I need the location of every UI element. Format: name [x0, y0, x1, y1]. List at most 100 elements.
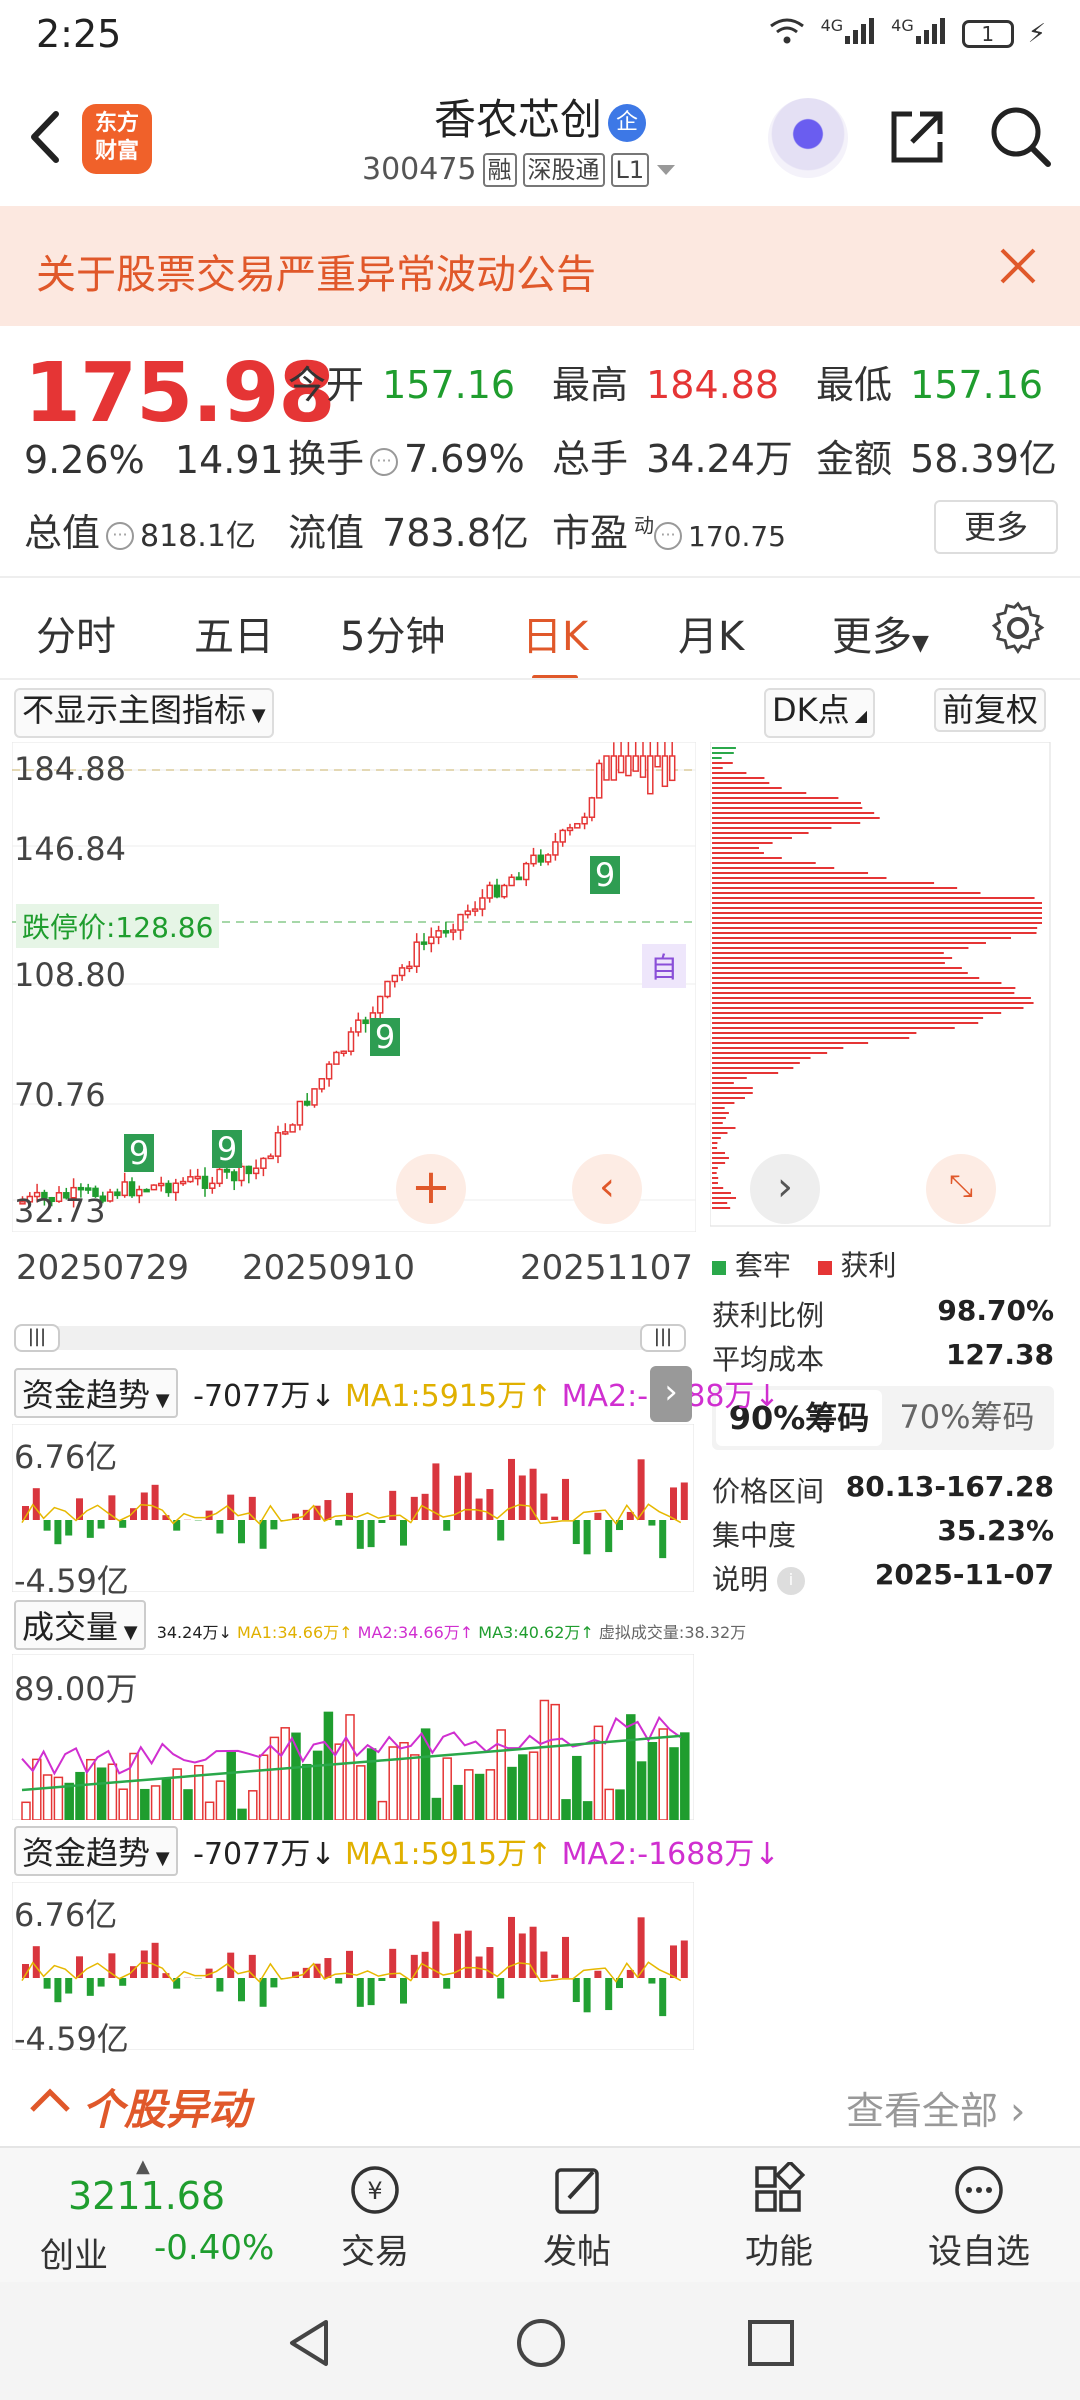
amount-row: 金额 58.39亿	[816, 437, 1057, 481]
chip-next-button[interactable]: ›	[750, 1154, 820, 1224]
dk-point-select[interactable]: DK点 ◢	[764, 688, 876, 738]
tab-5min[interactable]: 5分钟	[340, 604, 445, 662]
scroll-left-button[interactable]: ‹	[572, 1154, 642, 1224]
fund1-ymax: 6.76亿	[14, 1438, 118, 1476]
high-row: 最高 184.88	[552, 363, 780, 407]
dk-marker: 9	[590, 856, 620, 894]
notice-text[interactable]: 关于股票交易严重异常波动公告	[36, 242, 596, 300]
enterprise-badge: 企	[608, 103, 646, 142]
tag-level: L1	[610, 152, 650, 187]
tag-connect: 深股通	[522, 152, 605, 187]
expand-panel-icon[interactable]: ›	[650, 1366, 692, 1422]
stock-code-row[interactable]: 300475 融 深股通 L1	[362, 152, 677, 187]
x-label-mid: 20250910	[242, 1248, 416, 1288]
range-handle-right[interactable]: |||	[640, 1324, 686, 1352]
tab-chip-70[interactable]: 70%筹码	[884, 1386, 1050, 1448]
system-home-icon[interactable]	[514, 2316, 568, 2370]
fund2-ymax: 6.76亿	[14, 1896, 118, 1934]
charging-icon: ⚡	[1027, 19, 1046, 49]
y-label-2: 146.84	[14, 830, 126, 868]
tab-intraday[interactable]: 分时	[36, 604, 116, 662]
volume-ymax: 89.00万	[14, 1670, 138, 1708]
signal-icon-1: 4G	[821, 16, 878, 52]
status-icons: 4G 4G 1 ⚡	[767, 16, 1046, 52]
battery-icon: 1	[961, 20, 1014, 48]
x-label-start: 20250729	[16, 1248, 190, 1288]
stock-header: 东方 财富 香农芯创企 300475 融 深股通 L1	[0, 72, 1080, 204]
tab-more[interactable]: 更多▼	[832, 604, 929, 662]
y-label-high: 184.88	[14, 750, 126, 788]
more-quote-button[interactable]: 更多	[934, 500, 1058, 554]
dk-marker: 9	[370, 1018, 400, 1056]
share-icon[interactable]	[882, 102, 952, 172]
range-handle-left[interactable]: |||	[14, 1324, 60, 1352]
view-all-link[interactable]: 查看全部 ›	[846, 2080, 1025, 2135]
fund-trend-header-2: 资金趋势 ▼ -7077万↓ MA1:5915万↑ MA2:-1688万↓	[14, 1826, 780, 1876]
edit-icon	[555, 2168, 599, 2214]
info-dot-icon: ···	[654, 521, 683, 550]
turnover-row: 换手 ··· 7.69%	[288, 437, 525, 481]
system-back-icon[interactable]	[282, 2316, 336, 2370]
concentration-row: 集中度 35.23%	[712, 1514, 1054, 1552]
price-change-row: 9.26% 14.91	[24, 438, 290, 482]
main-indicator-select[interactable]: 不显示主图指标 ▼	[14, 688, 274, 738]
x-label-end: 20251107	[520, 1248, 694, 1288]
fund2-ymin: -4.59亿	[14, 2020, 129, 2058]
nav-functions[interactable]: 功能	[704, 2162, 854, 2273]
index-change[interactable]: -0.40%	[154, 2228, 274, 2268]
tab-daily-k[interactable]: 日K	[522, 604, 588, 680]
range-slider[interactable]	[14, 1326, 686, 1350]
adjust-price-select[interactable]: 前复权	[934, 688, 1047, 732]
limit-down-label: 跌停价:128.86	[16, 904, 220, 948]
system-recents-icon[interactable]	[744, 2316, 798, 2370]
market-cap-row: 总值 ··· 818.1亿	[24, 511, 256, 555]
dk-marker: 9	[212, 1130, 242, 1168]
fund-trend-select-2[interactable]: 资金趋势 ▼	[14, 1826, 178, 1876]
open-row: 今开 157.16	[288, 363, 516, 407]
close-icon[interactable]	[996, 244, 1040, 288]
price-range-row: 价格区间 80.13-167.28	[712, 1470, 1054, 1508]
nav-post[interactable]: 发帖	[502, 2162, 652, 2273]
info-icon: i	[776, 1567, 805, 1595]
tab-monthly-k[interactable]: 月K	[678, 604, 744, 662]
svg-text:¥: ¥	[367, 2177, 382, 2205]
volume-header: 成交量 ▼ 34.24万↓ MA1:34.66万↑ MA2:34.66万↑ MA…	[14, 1600, 746, 1650]
tab-five-day[interactable]: 五日	[194, 604, 274, 662]
movers-title: 个股异动	[82, 2085, 251, 2134]
volume-select[interactable]: 成交量 ▼	[14, 1600, 146, 1650]
status-bar: 2:25 4G 4G 1 ⚡	[0, 0, 1080, 72]
status-time: 2:25	[36, 12, 122, 56]
index-name[interactable]: 创业	[40, 2228, 108, 2277]
pe-row: 市盈动 ··· 170.75	[552, 511, 786, 555]
fund-trend-select-1[interactable]: 资金趋势 ▼	[14, 1368, 178, 1418]
settings-gear-icon[interactable]	[990, 600, 1046, 656]
ai-assistant-icon[interactable]	[768, 98, 848, 178]
auto-tag[interactable]: 自	[642, 944, 687, 988]
stock-code: 300475	[362, 152, 477, 187]
wifi-icon	[767, 16, 807, 52]
dropdown-triangle-icon	[657, 164, 676, 175]
quote-panel: 175.98 9.26% 14.91 总值 ··· 818.1亿 今开 157.16…	[0, 326, 1080, 576]
profit-ratio-row: 获利比例 98.70%	[712, 1294, 1054, 1332]
bottom-navigation: ▲ 3211.68 创业 -0.40% ¥ 交易 发帖 功能 设自选	[0, 2146, 1080, 2282]
volume-row: 总手 34.24万	[552, 437, 793, 481]
nav-add-watchlist[interactable]: 设自选	[904, 2162, 1054, 2273]
info-dot-icon: ···	[106, 521, 135, 550]
stock-movers-section[interactable]: 个股异动 查看全部 ›	[0, 2070, 1080, 2134]
system-navigation-bar	[0, 2282, 1080, 2400]
expand-icon[interactable]: ⤡	[926, 1154, 996, 1224]
search-icon[interactable]	[986, 102, 1056, 172]
fund1-ymin: -4.59亿	[14, 1562, 129, 1600]
info-dot-icon: ···	[370, 447, 399, 476]
y-label-low: 32.73	[14, 1192, 106, 1230]
change-amount: 14.91	[174, 438, 284, 482]
change-percent: 9.26%	[24, 438, 145, 482]
y-label-4: 70.76	[14, 1076, 106, 1114]
nav-trade[interactable]: ¥ 交易	[300, 2162, 450, 2273]
chip-distribution-chart[interactable]	[710, 742, 1052, 1228]
index-value[interactable]: 3211.68	[68, 2174, 225, 2218]
notice-banner[interactable]: 关于股票交易严重异常波动公告	[0, 206, 1080, 326]
add-drawing-button[interactable]: +	[396, 1154, 466, 1224]
chevron-up-icon[interactable]	[28, 2084, 72, 2114]
low-row: 最低 157.16	[816, 363, 1044, 407]
